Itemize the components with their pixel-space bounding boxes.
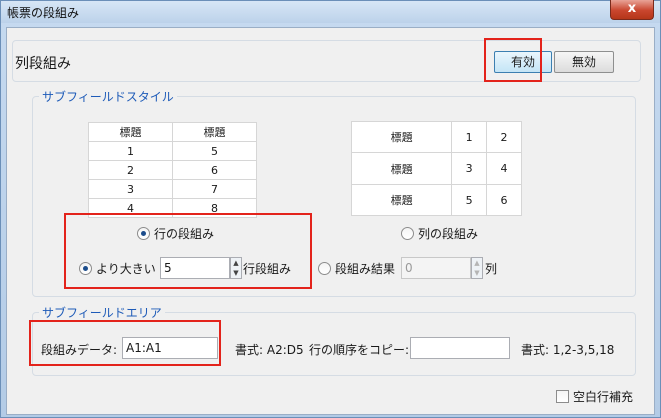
row-layout-radio[interactable] (137, 227, 150, 240)
table-cell: 3 (88, 179, 173, 199)
disable-button[interactable]: 無効 (554, 51, 614, 73)
close-button[interactable]: x (610, 0, 654, 20)
spin-up-icon[interactable]: ▲ (231, 258, 241, 268)
table-cell: 5 (172, 141, 257, 161)
result-label[interactable]: 段組み結果 (335, 260, 395, 277)
fill-blank-label[interactable]: 空白行補充 (573, 388, 633, 405)
row-suffix-label: 行段組み (243, 262, 292, 276)
fill-blank-checkbox[interactable] (556, 390, 569, 403)
close-icon: x (627, 1, 637, 16)
spin-down-icon[interactable]: ▼ (472, 268, 482, 278)
table-cell: 4 (486, 152, 522, 185)
row-count-spinner[interactable]: ▲ ▼ (230, 257, 242, 279)
subfield-style-legend: サブフィールドスタイル (39, 88, 177, 105)
column-layout-radio[interactable] (401, 227, 414, 240)
enable-button[interactable]: 有効 (494, 51, 552, 73)
spin-down-icon[interactable]: ▼ (231, 268, 241, 278)
column-mode-group: 列段組み 有効 無効 (12, 40, 641, 82)
spin-up-icon[interactable]: ▲ (472, 258, 482, 268)
table-header-cell: 標題 (88, 122, 173, 142)
table-cell: 4 (88, 198, 173, 218)
table-cell: 1 (88, 141, 173, 161)
table-cell: 8 (172, 198, 257, 218)
dialog-window: 帳票の段組み x 列段組み 有効 無効 サブフィールドスタイル 標題 標題 1 … (0, 0, 661, 418)
title-bar[interactable]: 帳票の段組み x (1, 0, 660, 23)
table-cell: 3 (451, 152, 488, 185)
subfield-area-group: サブフィールドエリア 段組みデータ: A1:A1 書式: A2:D5 行の順序を… (32, 304, 636, 376)
column-layout-label[interactable]: 列の段組み (418, 225, 478, 242)
column-layout-preview-table: 標題 1 2 標題 3 4 標題 5 6 (350, 121, 522, 216)
dialog-body: 列段組み 有効 無効 サブフィールドスタイル 標題 標題 1 5 2 6 3 7… (6, 27, 655, 415)
data-format-hint: 書式: A2:D5 (235, 343, 304, 357)
column-count-spinner[interactable]: ▲ ▼ (471, 257, 483, 279)
table-cell: 1 (451, 121, 488, 153)
table-header-cell: 標題 (172, 122, 257, 142)
table-cell: 7 (172, 179, 257, 199)
table-cell: 5 (451, 184, 488, 216)
column-mode-label: 列段組み (15, 56, 71, 72)
window-title: 帳票の段組み (7, 6, 80, 20)
row-layout-label[interactable]: 行の段組み (154, 225, 214, 242)
table-cell: 6 (486, 184, 522, 216)
result-radio[interactable] (318, 262, 331, 275)
subfield-style-group: サブフィールドスタイル 標題 標題 1 5 2 6 3 7 4 8 標題 1 2… (32, 88, 636, 297)
table-cell: 6 (172, 160, 257, 180)
column-suffix-label: 列 (485, 262, 498, 276)
column-count-input[interactable]: 0 (401, 257, 471, 279)
subfield-area-legend: サブフィールドエリア (39, 304, 165, 321)
table-header-cell: 標題 (350, 184, 453, 216)
table-cell: 2 (88, 160, 173, 180)
table-header-cell: 標題 (350, 121, 453, 153)
greater-than-label[interactable]: より大きい (96, 260, 156, 277)
data-range-input[interactable]: A1:A1 (122, 337, 218, 359)
copy-order-label: 行の順序をコピー: (309, 343, 410, 357)
copy-format-hint: 書式: 1,2-3,5,18 (521, 343, 615, 357)
row-layout-preview-table: 標題 標題 1 5 2 6 3 7 4 8 (88, 122, 257, 218)
table-cell: 2 (486, 121, 522, 153)
row-count-input[interactable]: 5 (160, 257, 230, 279)
table-header-cell: 標題 (350, 152, 453, 185)
greater-than-radio[interactable] (79, 262, 92, 275)
copy-order-input[interactable] (410, 337, 510, 359)
data-range-label: 段組みデータ: (41, 343, 118, 357)
